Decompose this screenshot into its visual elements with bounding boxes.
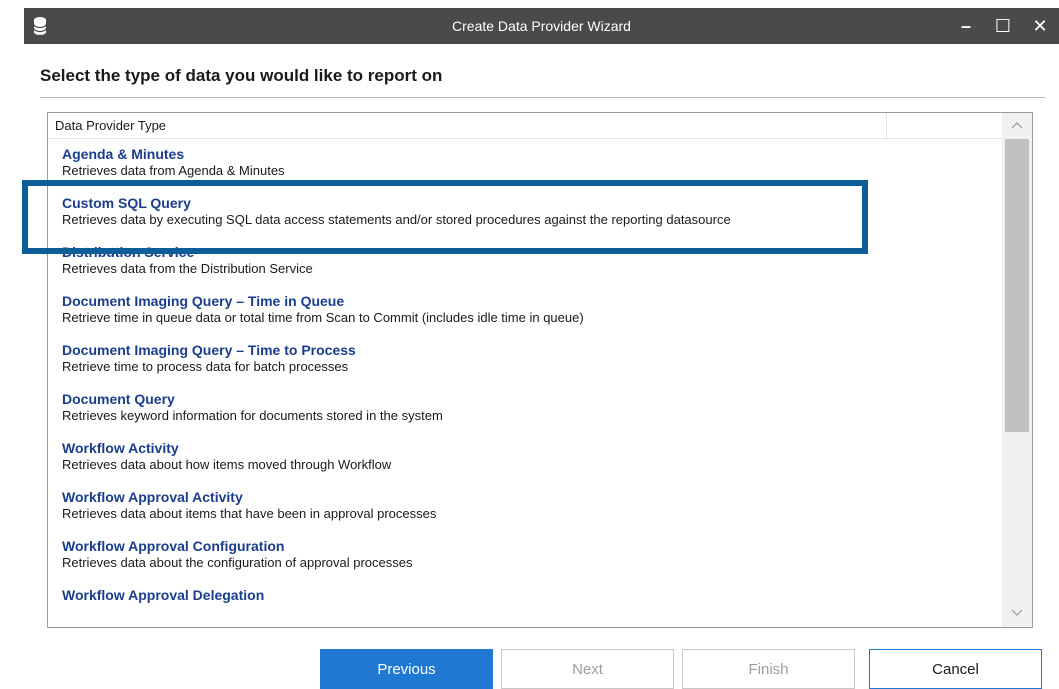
list-item[interactable]: Workflow Approval Delegation: [62, 586, 992, 627]
heading-divider: [40, 97, 1045, 98]
finish-button[interactable]: Finish: [682, 649, 855, 689]
scroll-up-button[interactable]: [1002, 115, 1032, 135]
list-item-description: Retrieves data by executing SQL data acc…: [62, 212, 731, 227]
list-item-description: [62, 604, 992, 627]
list-item-name: Workflow Approval Delegation: [62, 587, 265, 603]
list-item-name: Custom SQL Query: [62, 195, 191, 211]
data-provider-list[interactable]: Data Provider Type Agenda & Minutes Retr…: [47, 112, 1033, 628]
chevron-up-icon: [1011, 122, 1023, 129]
list-item-name: Agenda & Minutes: [62, 146, 185, 162]
list-item[interactable]: Document Imaging Query – Time in Queue R…: [62, 292, 992, 341]
title-bar: Create Data Provider Wizard – ☐ ✕: [24, 8, 1059, 44]
list-item-name: Distribution Service: [62, 244, 195, 260]
maximize-icon: ☐: [994, 15, 1012, 36]
chevron-down-icon: [1011, 609, 1023, 616]
list-item[interactable]: Workflow Approval Configuration Retrieve…: [62, 537, 992, 586]
vertical-scrollbar[interactable]: [1002, 113, 1032, 627]
list-item-name: Document Imaging Query – Time in Queue: [62, 293, 345, 309]
previous-button[interactable]: Previous: [320, 649, 493, 689]
minimize-icon: –: [960, 15, 971, 36]
list-item-description: Retrieve time to process data for batch …: [62, 359, 349, 374]
next-button[interactable]: Next: [501, 649, 674, 689]
list-item-name: Workflow Approval Configuration: [62, 538, 285, 554]
list-item-name: Document Imaging Query – Time to Process: [62, 342, 356, 358]
close-button[interactable]: ✕: [1021, 8, 1059, 44]
cancel-button[interactable]: Cancel: [869, 649, 1042, 689]
maximize-button[interactable]: ☐: [984, 8, 1022, 44]
list-item-name: Workflow Activity: [62, 440, 179, 456]
list-item-description: Retrieves data about items that have bee…: [62, 506, 437, 521]
list-item-description: Retrieves data from the Distribution Ser…: [62, 261, 313, 276]
minimize-button[interactable]: –: [947, 8, 985, 44]
scrollbar-thumb[interactable]: [1005, 139, 1029, 432]
column-header-data-provider-type[interactable]: Data Provider Type: [55, 113, 166, 138]
list-item[interactable]: Agenda & Minutes Retrieves data from Age…: [62, 145, 992, 194]
list-header: Data Provider Type: [48, 113, 1002, 139]
list-item[interactable]: Custom SQL Query Retrieves data by execu…: [62, 194, 992, 243]
list-rows: Agenda & Minutes Retrieves data from Age…: [62, 145, 992, 627]
list-item-description: Retrieves data about the configuration o…: [62, 555, 413, 570]
page-heading: Select the type of data you would like t…: [40, 66, 443, 85]
list-item[interactable]: Document Imaging Query – Time to Process…: [62, 341, 992, 390]
list-item[interactable]: Document Query Retrieves keyword informa…: [62, 390, 992, 439]
window-title: Create Data Provider Wizard: [452, 18, 631, 34]
list-item-description: Retrieves data from Agenda & Minutes: [62, 163, 285, 178]
close-icon: ✕: [1032, 15, 1048, 36]
list-item[interactable]: Workflow Approval Activity Retrieves dat…: [62, 488, 992, 537]
list-item-description: Retrieves data about how items moved thr…: [62, 457, 392, 472]
list-item[interactable]: Distribution Service Retrieves data from…: [62, 243, 992, 292]
list-item-name: Workflow Approval Activity: [62, 489, 243, 505]
list-item-name: Document Query: [62, 391, 175, 407]
column-separator: [886, 113, 887, 138]
scroll-down-button[interactable]: [1002, 603, 1032, 623]
list-item[interactable]: Workflow Activity Retrieves data about h…: [62, 439, 992, 488]
list-item-description: Retrieve time in queue data or total tim…: [62, 310, 584, 325]
list-item-description: Retrieves keyword information for docume…: [62, 408, 443, 423]
